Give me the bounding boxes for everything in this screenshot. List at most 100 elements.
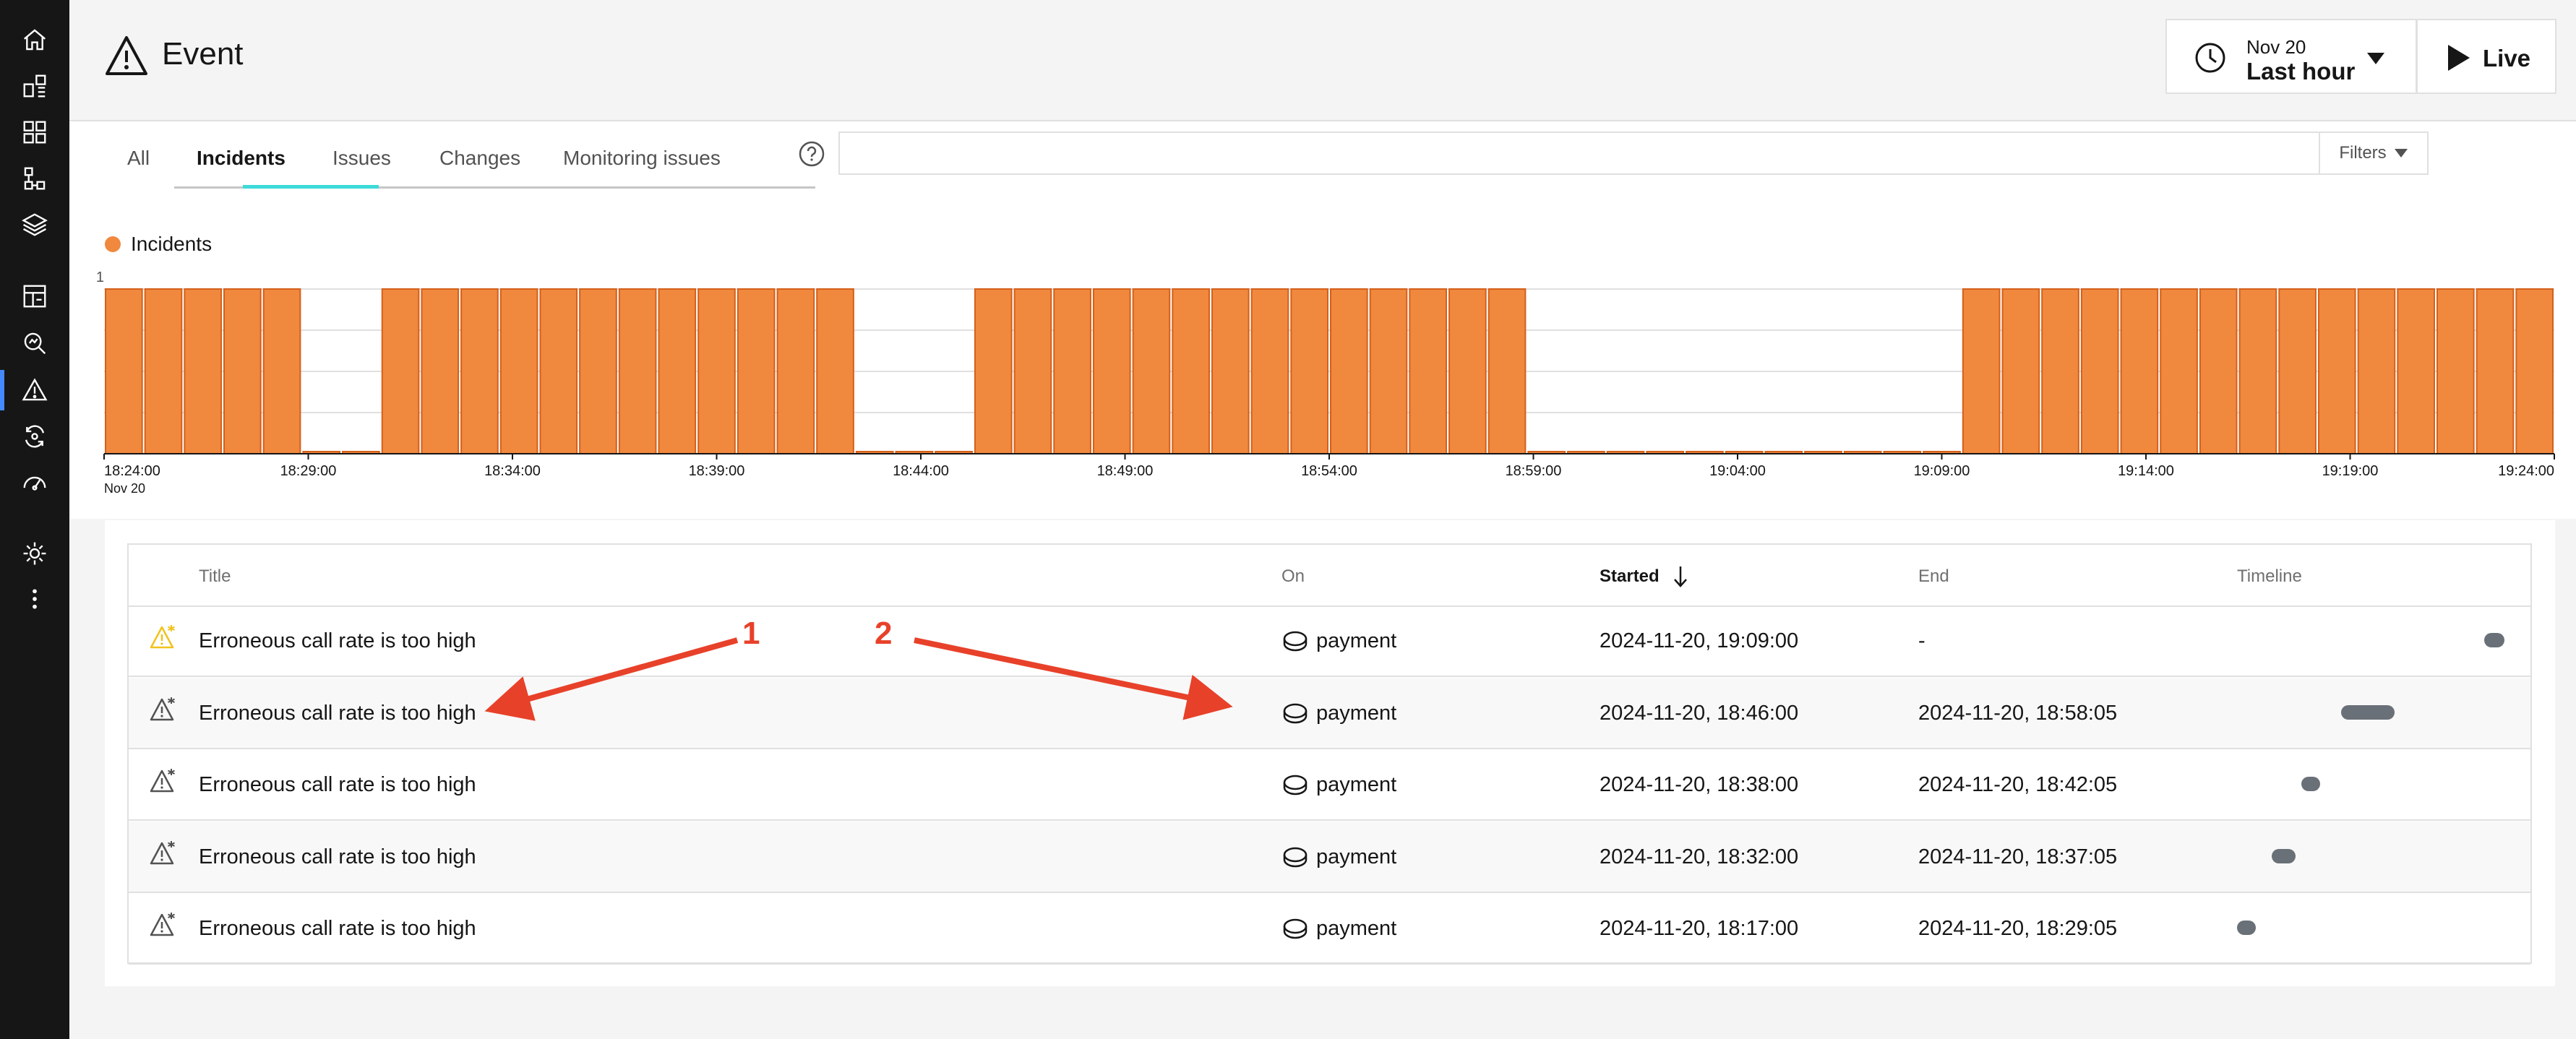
column-header-started[interactable]: Started — [1600, 566, 1660, 587]
chart-bar[interactable] — [618, 288, 657, 454]
tab-changes[interactable]: Changes — [439, 147, 520, 170]
chart-bar[interactable] — [579, 288, 617, 454]
chart-bar[interactable] — [1487, 288, 1527, 454]
column-header-timeline[interactable]: Timeline — [2237, 566, 2302, 587]
tab-monitoring-issues[interactable]: Monitoring issues — [563, 147, 721, 170]
chart-bar[interactable] — [539, 288, 578, 454]
incident-title[interactable]: Erroneous call rate is too high — [199, 917, 476, 941]
chart-bar[interactable] — [776, 288, 815, 454]
chart-bar[interactable] — [262, 288, 301, 454]
table-row[interactable]: Erroneous call rate is too high payment 20… — [129, 605, 2530, 677]
live-button[interactable]: Live — [2416, 19, 2556, 94]
chart-bar[interactable] — [697, 288, 736, 454]
table-row[interactable]: Erroneous call rate is too high payment 20… — [129, 893, 2530, 965]
automation-icon[interactable] — [17, 419, 52, 454]
chart-bar[interactable] — [974, 288, 1013, 454]
tab-incidents[interactable]: Incidents — [197, 147, 285, 170]
table-row[interactable]: Erroneous call rate is too high payment 20… — [129, 749, 2530, 821]
help-icon[interactable] — [798, 140, 825, 168]
column-header-on[interactable]: On — [1281, 566, 1305, 587]
incident-title[interactable]: Erroneous call rate is too high — [199, 773, 476, 797]
speedometer-icon[interactable] — [17, 465, 52, 500]
incident-on[interactable]: payment — [1281, 629, 1396, 653]
search-input[interactable] — [838, 132, 2429, 175]
layers-icon[interactable] — [17, 207, 52, 242]
x-tick-label: 18:49:00 — [1097, 463, 1154, 479]
chart-bar[interactable] — [2317, 288, 2356, 454]
applications-icon[interactable] — [17, 115, 52, 150]
chart-bar[interactable] — [1369, 288, 1408, 454]
chart-bar[interactable] — [2278, 288, 2317, 454]
chart-bar[interactable] — [2515, 288, 2554, 454]
chart-bar[interactable] — [2397, 288, 2435, 454]
chart-bar[interactable] — [1053, 288, 1091, 454]
chart-bar[interactable] — [144, 288, 183, 454]
chart-bar[interactable] — [2080, 288, 2119, 454]
incident-end: 2024-11-20, 18:42:05 — [1918, 773, 2118, 796]
infrastructure-icon[interactable] — [17, 161, 52, 196]
events-icon[interactable] — [17, 373, 52, 408]
service-name: payment — [1316, 773, 1397, 796]
incident-started: 2024-11-20, 18:32:00 — [1600, 845, 1799, 868]
chart-bar[interactable] — [1448, 288, 1487, 454]
column-header-title[interactable]: Title — [199, 566, 231, 587]
x-tick-label: 18:29:00 — [280, 463, 337, 479]
incident-on[interactable]: payment — [1281, 773, 1396, 797]
chart-bar[interactable] — [1409, 288, 1448, 454]
incident-on[interactable]: payment — [1281, 917, 1396, 941]
chart-bar[interactable] — [2357, 288, 2396, 454]
incident-end: - — [1918, 629, 1925, 652]
table-row[interactable]: Erroneous call rate is too high payment 20… — [129, 821, 2530, 893]
column-header-end[interactable]: End — [1918, 566, 1949, 587]
chart-bar[interactable] — [1172, 288, 1210, 454]
chart-bar[interactable] — [2001, 288, 2040, 454]
chart-bar[interactable] — [499, 288, 538, 454]
dashboard-icon[interactable] — [17, 279, 52, 314]
x-tick-label: 18:59:00 — [1506, 463, 1562, 479]
chart-bar[interactable] — [816, 288, 854, 454]
timeline-bar — [2237, 921, 2256, 935]
application-map-icon[interactable] — [17, 69, 52, 103]
table-row[interactable]: Erroneous call rate is too high payment 20… — [129, 677, 2530, 749]
chart-bar[interactable] — [2238, 288, 2277, 454]
chart-bar[interactable] — [1132, 288, 1171, 454]
chart-bar[interactable] — [2160, 288, 2198, 454]
chart-bar[interactable] — [2476, 288, 2515, 454]
chart-bar[interactable] — [2120, 288, 2159, 454]
chart-bar[interactable] — [1330, 288, 1368, 454]
sort-descending-icon[interactable] — [1673, 565, 1688, 588]
chart-bar[interactable] — [2436, 288, 2475, 454]
more-options-icon[interactable] — [17, 582, 52, 616]
incident-title[interactable]: Erroneous call rate is too high — [199, 629, 476, 653]
home-icon[interactable] — [17, 22, 52, 57]
incident-on[interactable]: payment — [1281, 845, 1396, 869]
chart-bar[interactable] — [1250, 288, 1289, 454]
chart-bar[interactable] — [223, 288, 262, 454]
chart-bar[interactable] — [1013, 288, 1052, 454]
chart-bar[interactable] — [381, 288, 420, 454]
chart-legend: Incidents — [105, 233, 212, 256]
chart-bar[interactable] — [1962, 288, 2001, 454]
chart-bar[interactable] — [737, 288, 776, 454]
time-range-picker[interactable]: Nov 20 Last hour — [2165, 19, 2417, 94]
analyze-icon[interactable] — [17, 326, 52, 361]
incident-title[interactable]: Erroneous call rate is too high — [199, 845, 476, 869]
incident-on[interactable]: payment — [1281, 702, 1396, 725]
chart-bar[interactable] — [184, 288, 223, 454]
chart-bar[interactable] — [1211, 288, 1250, 454]
incident-icon — [150, 769, 175, 793]
chart-bar[interactable] — [2199, 288, 2238, 454]
chart-bar[interactable] — [1092, 288, 1131, 454]
incident-title[interactable]: Erroneous call rate is too high — [199, 702, 476, 725]
tab-all[interactable]: All — [127, 147, 150, 170]
chart-bar[interactable] — [1290, 288, 1329, 454]
chart-bar[interactable] — [2041, 288, 2079, 454]
settings-icon[interactable] — [17, 536, 52, 571]
tab-issues[interactable]: Issues — [332, 147, 391, 170]
chart-bar[interactable] — [421, 288, 460, 454]
filters-button[interactable]: Filters — [2319, 132, 2429, 175]
chart-bar[interactable] — [658, 288, 697, 454]
x-tick-label: 18:34:00 — [484, 463, 541, 479]
chart-bar[interactable] — [105, 288, 143, 454]
chart-bar[interactable] — [460, 288, 499, 454]
